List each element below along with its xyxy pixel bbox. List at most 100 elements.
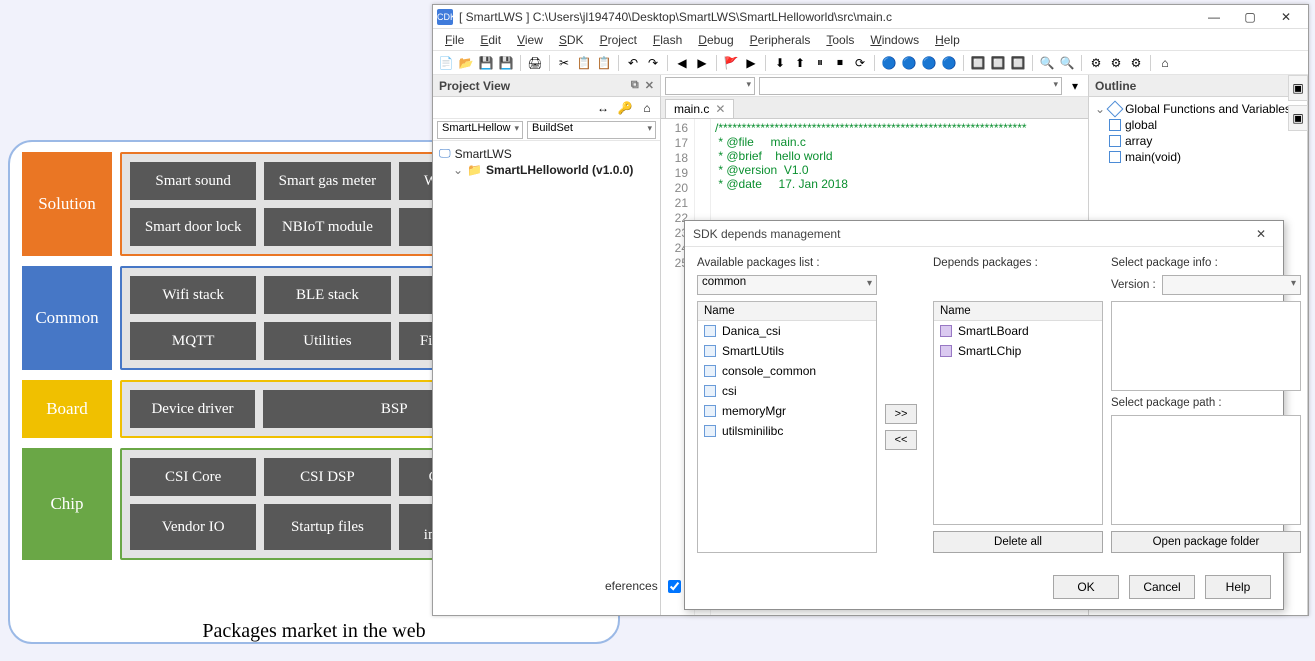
toolbar-icon[interactable]: ◀	[673, 54, 691, 72]
depends-item[interactable]: SmartLBoard	[958, 324, 1029, 338]
maximize-button[interactable]: ▢	[1232, 6, 1268, 28]
project-selector[interactable]: SmartLHellow	[437, 121, 523, 139]
toolbar-icon[interactable]: 🔵	[940, 54, 958, 72]
home-icon[interactable]: ⌂	[638, 99, 656, 117]
menu-project[interactable]: Project	[592, 31, 645, 49]
toolbar-icon[interactable]: 🔲	[989, 54, 1007, 72]
ok-button[interactable]: OK	[1053, 575, 1119, 599]
sdk-depends-dialog: SDK depends management ✕ Available packa…	[684, 220, 1284, 610]
toolbar-icon[interactable]: 📂	[457, 54, 475, 72]
diag-cell: BLE stack	[264, 276, 390, 314]
var-icon	[1109, 135, 1121, 147]
toolbar-icon[interactable]: ↷	[644, 54, 662, 72]
depends-list[interactable]: Name SmartLBoardSmartLChip	[933, 301, 1103, 525]
menu-sdk[interactable]: SDK	[551, 31, 592, 49]
right-strip-item[interactable]: ▣	[1288, 75, 1308, 101]
toolbar-icon[interactable]: ▶	[693, 54, 711, 72]
diag-cell: Vendor IO	[130, 504, 256, 550]
diag-cell: Utilities	[264, 322, 390, 360]
help-button[interactable]: Help	[1205, 575, 1271, 599]
key-icon[interactable]: 🔑	[616, 99, 634, 117]
menu-flash[interactable]: Flash	[645, 31, 690, 49]
toolbar-icon[interactable]: 🖨	[526, 54, 544, 72]
delete-all-button[interactable]: Delete all	[933, 531, 1103, 553]
menu-tools[interactable]: Tools	[818, 31, 862, 49]
close-button[interactable]: ✕	[1268, 6, 1304, 28]
remove-button[interactable]: <<	[885, 430, 917, 450]
toolbar-icon[interactable]: ⚙	[1127, 54, 1145, 72]
toolbar-icon[interactable]: ⟳	[851, 54, 869, 72]
available-item[interactable]: utilsminilibc	[722, 424, 783, 438]
cancel-button[interactable]: Cancel	[1129, 575, 1195, 599]
toolbar-icon[interactable]: 💾	[497, 54, 515, 72]
toolbar-icon[interactable]: 🔍	[1058, 54, 1076, 72]
toolbar-icon[interactable]: ↶	[624, 54, 642, 72]
project-tree[interactable]: 🖵SmartLWS ⌄📁SmartLHelloworld (v1.0.0)	[433, 141, 660, 615]
info-textbox[interactable]	[1111, 301, 1301, 391]
outline-item[interactable]: array	[1125, 134, 1152, 148]
available-item[interactable]: memoryMgr	[722, 404, 786, 418]
project-view-title: Project View	[439, 79, 510, 93]
lower-checkbox[interactable]	[668, 580, 681, 593]
tree-root[interactable]: SmartLWS	[455, 147, 512, 161]
outline-tree[interactable]: ⌄Global Functions and Variables globalar…	[1089, 97, 1307, 169]
toolbar-icon[interactable]: ⬆	[791, 54, 809, 72]
collapse-icon[interactable]: ↔	[594, 99, 612, 117]
toolbar-icon[interactable]: ✂	[555, 54, 573, 72]
toolbar-icon[interactable]: 📋	[595, 54, 613, 72]
toolbar-icon[interactable]: 📄	[437, 54, 455, 72]
add-button[interactable]: >>	[885, 404, 917, 424]
menu-debug[interactable]: Debug	[690, 31, 741, 49]
toolbar-icon[interactable]: ⚙	[1087, 54, 1105, 72]
minimize-button[interactable]: —	[1196, 6, 1232, 28]
depends-item[interactable]: SmartLChip	[958, 344, 1021, 358]
outline-item[interactable]: main(void)	[1125, 150, 1181, 164]
menu-help[interactable]: Help	[927, 31, 968, 49]
open-folder-button[interactable]: Open package folder	[1111, 531, 1301, 553]
toolbar-icon[interactable]: 🔲	[969, 54, 987, 72]
available-item[interactable]: SmartLUtils	[722, 344, 784, 358]
lower-tab-label[interactable]: eferences	[605, 579, 658, 593]
version-select[interactable]	[1162, 275, 1301, 295]
available-item[interactable]: csi	[722, 384, 737, 398]
toolbar-icon[interactable]: ⌂	[1156, 54, 1174, 72]
toolbar-icon[interactable]: ▶	[742, 54, 760, 72]
available-item[interactable]: console_common	[722, 364, 816, 378]
toolbar-icon[interactable]: ⏸	[811, 54, 829, 72]
menu-peripherals[interactable]: Peripherals	[742, 31, 819, 49]
menu-file[interactable]: File	[437, 31, 472, 49]
toolbar-icon[interactable]: 🔵	[920, 54, 938, 72]
panel-undock-icon[interactable]: ⧉	[631, 79, 639, 92]
available-list[interactable]: Name Danica_csiSmartLUtilsconsole_common…	[697, 301, 877, 553]
tab-close-icon[interactable]: ✕	[715, 102, 725, 116]
scope-selector[interactable]	[665, 77, 755, 95]
toolbar-icon[interactable]: 🔵	[900, 54, 918, 72]
path-textbox[interactable]	[1111, 415, 1301, 525]
dialog-close-icon[interactable]: ✕	[1247, 227, 1275, 241]
editor-tab-main[interactable]: main.c ✕	[665, 99, 734, 118]
toolbar-icon[interactable]: 🔍	[1038, 54, 1056, 72]
toolbar-icon[interactable]: ⬇	[771, 54, 789, 72]
outline-item[interactable]: global	[1125, 118, 1157, 132]
menu-windows[interactable]: Windows	[862, 31, 927, 49]
available-item[interactable]: Danica_csi	[722, 324, 781, 338]
toolbar-icon[interactable]: 📋	[575, 54, 593, 72]
dropdown-icon[interactable]: ▾	[1066, 77, 1084, 95]
tree-project[interactable]: SmartLHelloworld (v1.0.0)	[486, 163, 633, 177]
toolbar-icon[interactable]: ⏹	[831, 54, 849, 72]
symbol-selector[interactable]	[759, 77, 1062, 95]
menu-view[interactable]: View	[509, 31, 551, 49]
right-strip-item[interactable]: ▣	[1288, 105, 1308, 131]
outline-root[interactable]: Global Functions and Variables	[1125, 102, 1291, 116]
toolbar-icon[interactable]: 💾	[477, 54, 495, 72]
panel-close-icon[interactable]: ✕	[645, 79, 654, 92]
menu-edit[interactable]: Edit	[472, 31, 509, 49]
toolbar-icon[interactable]: 🔵	[880, 54, 898, 72]
package-icon	[940, 345, 952, 357]
available-category-select[interactable]: common	[697, 275, 877, 295]
toolbar-icon[interactable]: ⚙	[1107, 54, 1125, 72]
buildset-selector[interactable]: BuildSet	[527, 121, 656, 139]
diag-cell: NBIoT module	[264, 208, 390, 246]
toolbar-icon[interactable]: 🔲	[1009, 54, 1027, 72]
toolbar-icon[interactable]: 🚩	[722, 54, 740, 72]
